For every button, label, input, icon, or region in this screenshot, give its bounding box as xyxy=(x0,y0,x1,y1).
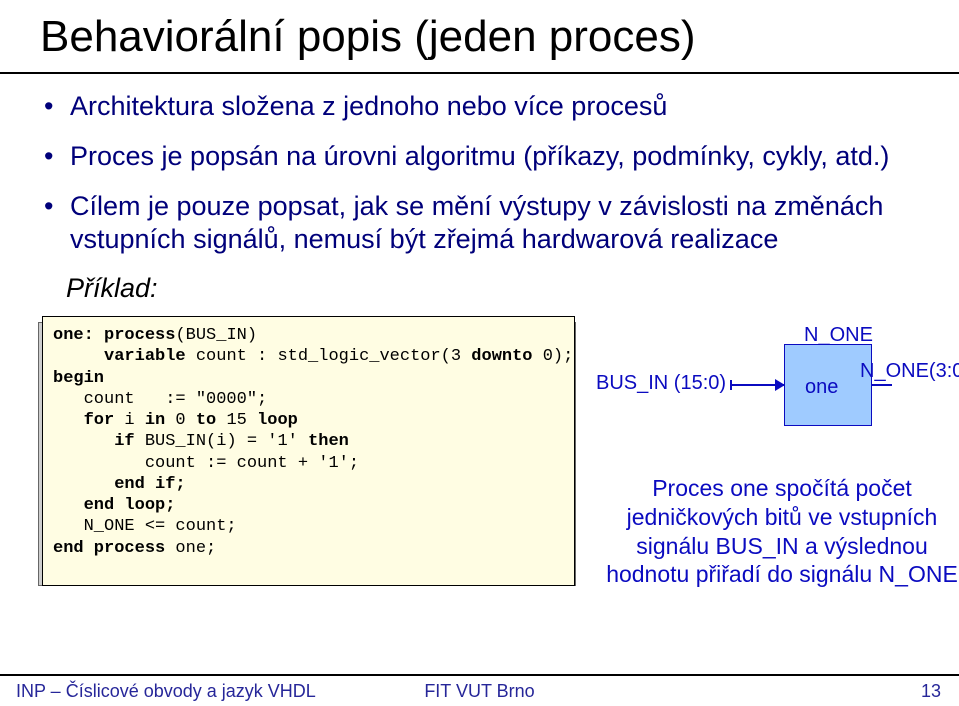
code-text: count := "0000"; xyxy=(53,390,267,409)
code-block: one: process(BUS_IN) variable count : st… xyxy=(42,316,575,586)
code-kw: then xyxy=(308,432,349,451)
label-none-right: N_ONE(3:0) xyxy=(860,360,959,383)
code-kw: begin xyxy=(53,369,104,388)
bullet-3: Cílem je pouze popsat, jak se mění výstu… xyxy=(70,190,919,258)
arrow-in xyxy=(730,384,784,386)
code-text: 0 xyxy=(165,411,196,430)
example-label: Příklad: xyxy=(66,273,919,304)
code-kw: to xyxy=(196,411,216,430)
code-kw: variable xyxy=(104,347,186,366)
code-text xyxy=(53,475,114,494)
label-one: one xyxy=(805,376,838,399)
code-text: i xyxy=(114,411,145,430)
code-text: (BUS_IN) xyxy=(175,326,257,345)
footer-center: FIT VUT Brno xyxy=(0,681,959,702)
code-text xyxy=(53,411,84,430)
code-kw: end loop; xyxy=(84,496,176,515)
code-kw: process xyxy=(94,326,176,345)
code-text xyxy=(53,496,84,515)
code-kw: loop xyxy=(257,411,298,430)
diagram: N_ONE BUS_IN (15:0) one N_ONE(3:0) xyxy=(600,326,959,436)
code-kw: downto xyxy=(471,347,532,366)
description-text: Proces one spočítá počet jedničkových bi… xyxy=(600,474,959,589)
slide-title: Behaviorální popis (jeden proces) xyxy=(40,12,919,62)
code-kw: one: xyxy=(53,326,94,345)
footer-page: 13 xyxy=(921,681,941,702)
code-text: BUS_IN(i) = '1' xyxy=(135,432,308,451)
code-text: count := count + '1'; xyxy=(53,454,359,473)
footer: INP – Číslicové obvody a jazyk VHDL FIT … xyxy=(0,674,959,706)
code-kw: for xyxy=(84,411,115,430)
code-text: count : std_logic_vector(3 xyxy=(186,347,472,366)
code-text xyxy=(53,432,114,451)
label-bus-in: BUS_IN (15:0) xyxy=(596,372,726,395)
bullet-1: Architektura složena z jednoho nebo více… xyxy=(70,90,919,124)
code-kw: if xyxy=(114,432,134,451)
code-text: 15 xyxy=(216,411,257,430)
code-kw: in xyxy=(145,411,165,430)
arrow-out xyxy=(872,384,892,386)
code-text: one; xyxy=(165,539,216,558)
code-text xyxy=(53,347,104,366)
code-kw: end process xyxy=(53,539,165,558)
code-kw: end if; xyxy=(114,475,185,494)
bullet-2: Proces je popsán na úrovni algoritmu (př… xyxy=(70,140,919,174)
bullet-list: Architektura složena z jednoho nebo více… xyxy=(40,90,919,257)
code-text: 0); xyxy=(533,347,574,366)
code-text: N_ONE <= count; xyxy=(53,517,237,536)
title-underline xyxy=(0,72,959,74)
